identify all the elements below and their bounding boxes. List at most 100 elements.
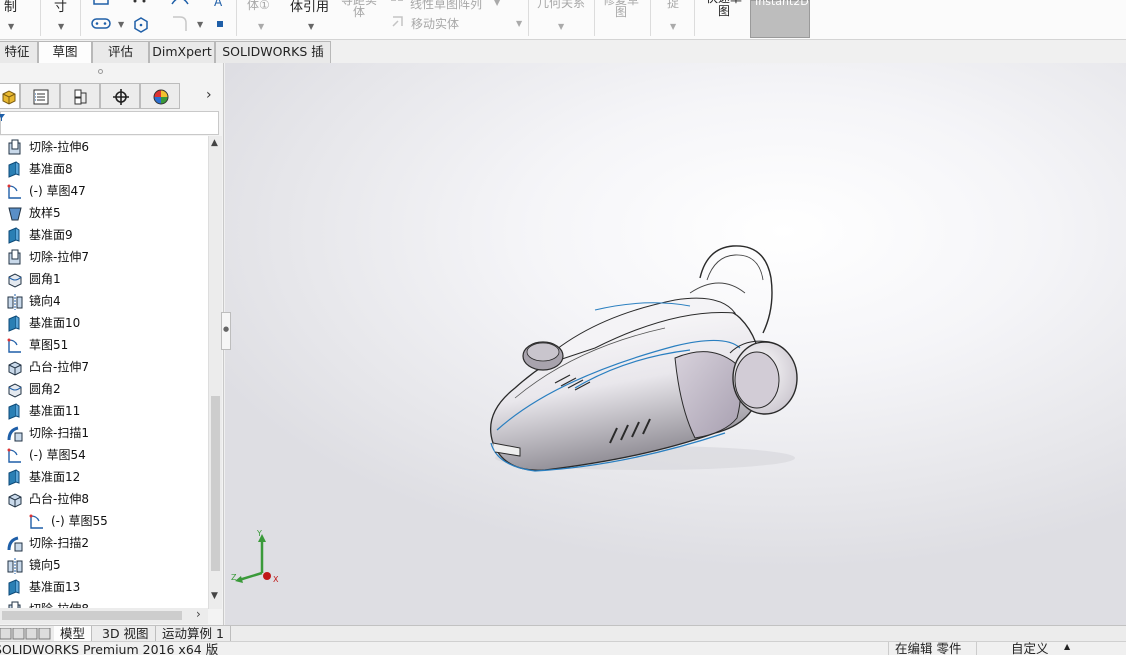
tree-item[interactable]: 切除-扫描2 [0,532,208,554]
sketch-icon [6,337,22,353]
chevron-down-icon[interactable]: ▼ [258,22,264,31]
tab-solidworks-addins[interactable]: SOLIDWORKS 插件 [215,41,331,79]
chevron-down-icon[interactable]: ▼ [494,0,500,7]
repair-sketch-button[interactable]: 修复草图 [600,0,642,18]
tree-item[interactable]: 基准面10 [0,312,208,334]
tab-feature-manager[interactable] [0,83,20,109]
tab-3d-views[interactable]: 3D 视图 [96,626,156,642]
scroll-right-icon[interactable]: › [196,607,201,621]
rectangle-icon[interactable] [92,0,112,8]
tab-display-manager[interactable] [140,83,180,109]
chevron-right-icon[interactable]: › [206,87,212,103]
feature-tree: 切除-拉伸6 基准面8 (-) 草图47 放样5 基准面9 切除-拉伸7 圆角1 镜向4 基准面… [0,136,208,609]
tree-item[interactable]: (-) 草图54 [0,444,208,466]
tab-configuration-manager[interactable] [60,83,100,109]
tab-motion-study-1[interactable]: 运动算例 1 [156,626,231,642]
ribbon-label-draw[interactable]: 制 [4,0,17,15]
sketch-fillet-icon[interactable] [170,14,192,34]
text-icon[interactable]: A [212,0,232,8]
chevron-up-icon[interactable]: ▲ [1064,642,1070,654]
graphics-area[interactable]: ▼▼▼▼▼▼ [225,63,1126,625]
apply-scene-icon[interactable] [793,63,811,66]
chevron-down-icon[interactable]: ▼ [308,22,314,31]
tree-item-label: 圆角1 [29,272,61,286]
chevron-down-icon[interactable]: ▼ [197,20,203,29]
tab-features[interactable]: 特征 [0,41,38,63]
dynamic-annotation-icon[interactable] [621,63,639,66]
ribbon-button-0[interactable]: 体① [247,0,270,13]
status-units[interactable]: 自定义 [976,642,1076,655]
tree-vertical-scrollbar[interactable]: ▲ ▼ [208,136,222,609]
tab-scroll-buttons[interactable] [0,628,52,640]
chevron-down-icon[interactable]: ▼ [670,22,676,31]
section-view-icon[interactable] [596,63,614,66]
splitter-handle[interactable] [98,69,103,74]
point-icon[interactable] [130,0,150,8]
chevron-down-icon[interactable]: ▼ [558,22,564,31]
linear-pattern-button[interactable]: 线性草图阵列 [410,0,482,12]
tree-item[interactable]: 基准面13 [0,576,208,598]
scrollbar-thumb[interactable] [2,611,182,620]
display-style-icon[interactable] [688,63,706,66]
tree-item[interactable]: 基准面8 [0,158,208,180]
scroll-down-icon[interactable]: ▼ [211,591,218,601]
tree-item[interactable]: 凸台-拉伸7 [0,356,208,378]
filter-icon [0,114,5,121]
tree-item[interactable]: (-) 草图55 [0,510,208,532]
tree-item[interactable]: 镜向5 [0,554,208,576]
move-entities-icon[interactable] [390,14,406,30]
instant2d-button[interactable]: Instant2D [750,0,810,38]
tree-item[interactable]: 放样5 [0,202,208,224]
edit-appearance-icon[interactable] [768,63,786,66]
relations-button[interactable]: 几何关系 [537,0,585,11]
tree-item[interactable]: 凸台-拉伸8 [0,488,208,510]
ribbon-label-dimension[interactable]: 寸 [54,0,67,15]
move-entities-button[interactable]: 移动实体 [411,15,459,32]
tab-dimxpert-manager[interactable] [100,83,140,109]
quick-snaps-button[interactable]: 捉 [667,0,679,11]
arc-icon[interactable] [170,0,190,8]
zoom-area-icon[interactable] [545,63,563,66]
scrollbar-thumb[interactable] [211,396,220,571]
tree-item[interactable]: 切除-扫描1 [0,422,208,444]
panel-collapse-handle[interactable]: ● [221,312,231,350]
hide-show-icon[interactable] [728,63,746,66]
view-settings-icon[interactable] [833,63,851,66]
tree-item[interactable]: 基准面9 [0,224,208,246]
plane-icon [6,161,22,178]
tab-evaluate[interactable]: 评估 [92,41,149,63]
convert-entities-button[interactable]: 体引用 [290,0,329,15]
tab-model[interactable]: 模型 [54,626,93,642]
chevron-down-icon[interactable]: ▼ [58,22,64,31]
plane-sketch-icon[interactable] [214,18,226,30]
slot-icon[interactable] [90,16,116,32]
zoom-to-fit-icon[interactable] [520,63,538,66]
tree-item[interactable]: 镜向4 [0,290,208,312]
chevron-down-icon[interactable]: ▼ [516,19,522,28]
tree-item[interactable]: 基准面12 [0,466,208,488]
chevron-down-icon[interactable]: ▼ [8,22,14,31]
polygon-icon[interactable] [132,16,150,34]
tab-dimxpert[interactable]: DimXpert [149,41,215,63]
offset-entities-button[interactable]: 等距实体 [338,0,380,18]
chevron-down-icon[interactable]: ▼ [118,20,124,29]
tree-item[interactable]: 草图51 [0,334,208,356]
tree-item-label: 基准面9 [29,228,73,242]
scroll-up-icon[interactable]: ▲ [211,138,218,148]
view-orientation-icon[interactable] [648,63,666,66]
tree-item[interactable]: 基准面11 [0,400,208,422]
tree-item[interactable]: 切除-拉伸7 [0,246,208,268]
part-model[interactable] [475,238,825,478]
tree-item[interactable]: 切除-拉伸6 [0,136,208,158]
tree-item[interactable]: 圆角1 [0,268,208,290]
command-manager-ribbon: 制 ▼ 寸 ▼ ▼ ▼ A 体① ▼ 体引用 ▼ 等距实体 线性草图阵列 ▼ 移… [0,0,1126,40]
tab-property-manager[interactable] [20,83,60,109]
rapid-sketch-button[interactable]: 快速草图 [702,0,746,18]
tree-item[interactable]: (-) 草图47 [0,180,208,202]
linear-pattern-icon[interactable] [390,0,406,6]
tree-filter-input[interactable] [0,111,219,135]
tree-item[interactable]: 圆角2 [0,378,208,400]
previous-view-icon[interactable] [571,63,589,66]
tree-horizontal-scrollbar[interactable]: › [0,607,208,624]
tab-sketch[interactable]: 草图 [38,41,92,63]
